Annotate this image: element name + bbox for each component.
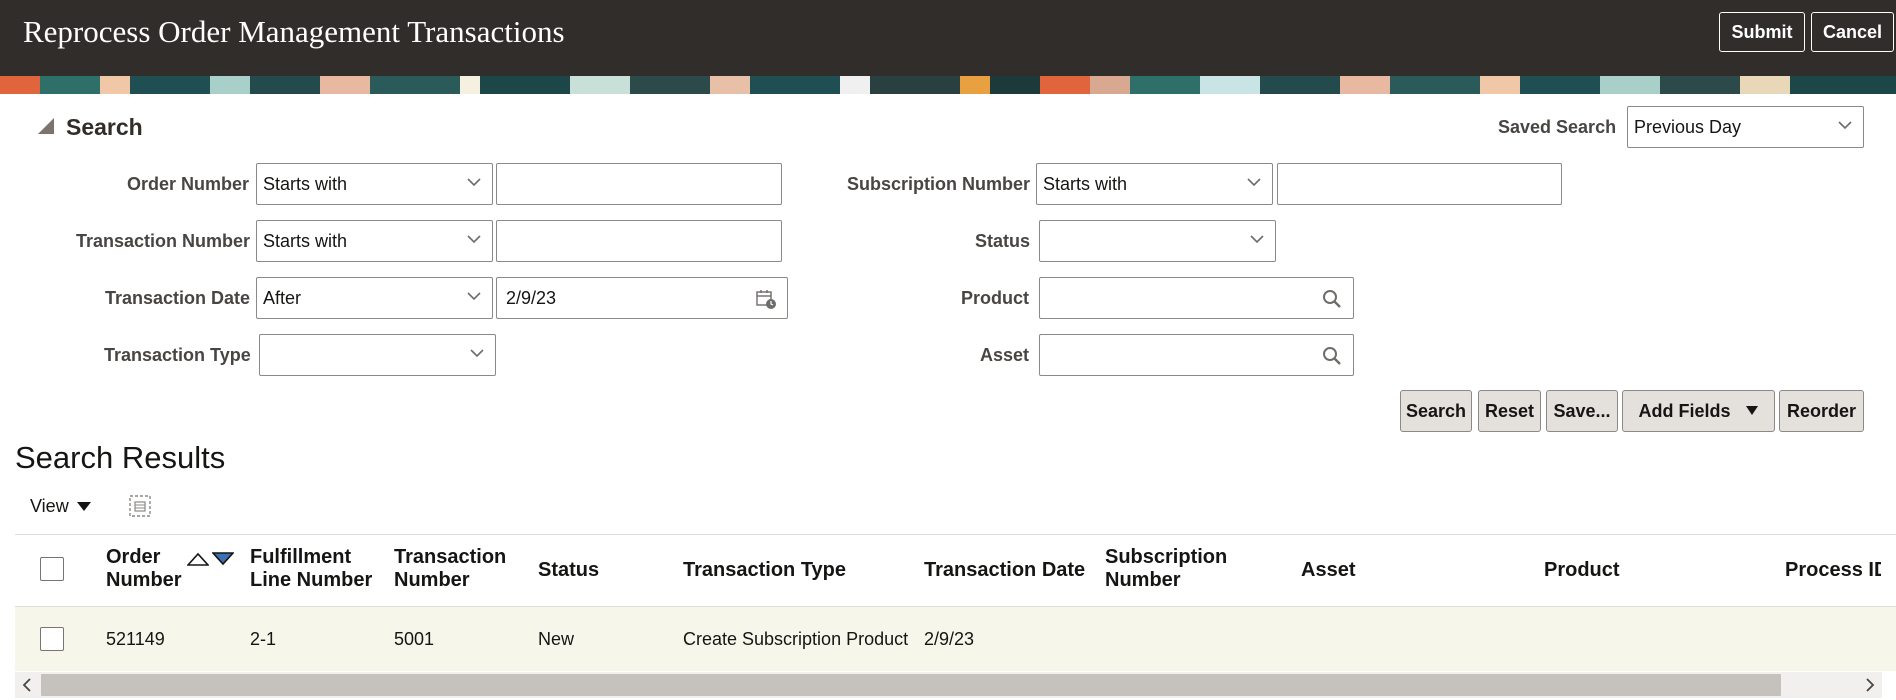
decorative-banner xyxy=(0,76,1896,94)
order-number-operator-value: Starts with xyxy=(263,173,348,194)
transaction-type-label: Transaction Type xyxy=(104,345,251,365)
view-menu[interactable]: View xyxy=(30,496,91,517)
cell-transaction-number: 5001 xyxy=(394,629,435,649)
column-header-transaction-type[interactable]: Transaction Type xyxy=(683,559,846,582)
transaction-type-select[interactable] xyxy=(259,334,496,376)
table-top-divider xyxy=(15,534,1896,535)
order-number-label: Order Number xyxy=(127,174,250,194)
chevron-down-icon xyxy=(467,235,481,244)
column-header-transaction-number[interactable]: Transaction Number xyxy=(394,546,506,592)
dropdown-arrow-icon xyxy=(76,502,91,511)
view-menu-label: View xyxy=(30,496,69,516)
cell-transaction-type: Create Subscription Product xyxy=(683,629,909,649)
transaction-date-label: Transaction Date xyxy=(105,288,251,308)
scrollbar-thumb[interactable] xyxy=(41,674,1781,696)
sort-descending-icon[interactable] xyxy=(212,551,234,567)
add-fields-button[interactable]: Add Fields xyxy=(1622,390,1775,432)
subscription-number-label: Subscription Number xyxy=(847,174,1031,194)
reorder-button[interactable]: Reorder xyxy=(1779,390,1864,432)
saved-search-select[interactable]: Previous Day xyxy=(1627,106,1864,148)
product-label: Product xyxy=(961,288,1030,308)
column-header-status[interactable]: Status xyxy=(538,559,599,582)
saved-search-label: Saved Search xyxy=(1498,117,1617,137)
row-select-checkbox[interactable] xyxy=(40,627,64,651)
order-number-input[interactable] xyxy=(496,163,782,205)
horizontal-scrollbar[interactable] xyxy=(15,672,1882,698)
collapse-search-icon[interactable] xyxy=(38,118,54,134)
dropdown-arrow-icon xyxy=(1745,406,1758,415)
column-header-product[interactable]: Product xyxy=(1544,559,1620,582)
column-header-order-number[interactable]: Order Number xyxy=(106,546,182,592)
table-row[interactable]: 521149 2-1 5001 New Create Subscription … xyxy=(15,607,1896,671)
add-fields-label: Add Fields xyxy=(1638,400,1731,421)
search-section-title: Search xyxy=(66,114,143,140)
search-button[interactable]: Search xyxy=(1400,390,1472,432)
transaction-date-value: 2/9/23 xyxy=(506,287,557,308)
transaction-number-input[interactable] xyxy=(496,220,782,262)
column-header-process-id[interactable]: Process ID xyxy=(1785,559,1881,582)
page-header: Reprocess Order Management Transactions … xyxy=(0,0,1896,76)
product-input[interactable] xyxy=(1039,277,1354,319)
cancel-button[interactable]: Cancel xyxy=(1811,12,1894,52)
save-search-button[interactable]: Save... xyxy=(1546,390,1618,432)
status-label: Status xyxy=(975,231,1031,251)
detach-icon[interactable] xyxy=(128,494,152,518)
column-header-transaction-date[interactable]: Transaction Date xyxy=(924,559,1085,582)
cell-transaction-date: 2/9/23 xyxy=(924,629,975,649)
subscription-number-operator-select[interactable]: Starts with xyxy=(1036,163,1273,205)
transaction-number-operator-select[interactable]: Starts with xyxy=(256,220,493,262)
subscription-number-input[interactable] xyxy=(1277,163,1562,205)
transaction-date-input[interactable]: 2/9/23 xyxy=(496,277,788,319)
chevron-down-icon xyxy=(1247,178,1261,187)
select-all-checkbox[interactable] xyxy=(40,557,64,581)
page-title: Reprocess Order Management Transactions xyxy=(23,14,565,49)
asset-label: Asset xyxy=(980,345,1030,365)
chevron-down-icon xyxy=(467,178,481,187)
cell-order-number: 521149 xyxy=(106,629,165,649)
subscription-number-operator-value: Starts with xyxy=(1043,173,1128,194)
chevron-down-icon xyxy=(1250,235,1264,244)
cell-status: New xyxy=(538,629,575,649)
chevron-down-icon xyxy=(1838,121,1852,130)
scroll-left-icon[interactable] xyxy=(21,678,33,692)
transaction-number-label: Transaction Number xyxy=(76,231,251,251)
reset-button[interactable]: Reset xyxy=(1478,390,1541,432)
column-header-fulfillment-line-number[interactable]: Fulfillment Line Number xyxy=(250,546,372,592)
search-icon[interactable] xyxy=(1321,345,1343,367)
column-header-subscription-number[interactable]: Subscription Number xyxy=(1105,546,1227,592)
scroll-right-icon[interactable] xyxy=(1864,678,1876,692)
search-results-title: Search Results xyxy=(15,440,226,475)
transaction-date-operator-select[interactable]: After xyxy=(256,277,493,319)
submit-button[interactable]: Submit xyxy=(1719,12,1805,52)
saved-search-value: Previous Day xyxy=(1634,116,1742,137)
chevron-down-icon xyxy=(467,292,481,301)
chevron-down-icon xyxy=(470,349,484,358)
cell-fulfillment-line-number: 2-1 xyxy=(250,629,277,649)
transaction-number-operator-value: Starts with xyxy=(263,230,348,251)
transaction-date-operator-value: After xyxy=(263,287,302,308)
asset-input[interactable] xyxy=(1039,334,1354,376)
column-header-asset[interactable]: Asset xyxy=(1301,559,1355,582)
sort-ascending-icon[interactable] xyxy=(187,551,209,567)
calendar-icon[interactable] xyxy=(755,288,777,310)
order-number-operator-select[interactable]: Starts with xyxy=(256,163,493,205)
status-select[interactable] xyxy=(1039,220,1276,262)
search-icon[interactable] xyxy=(1321,288,1343,310)
